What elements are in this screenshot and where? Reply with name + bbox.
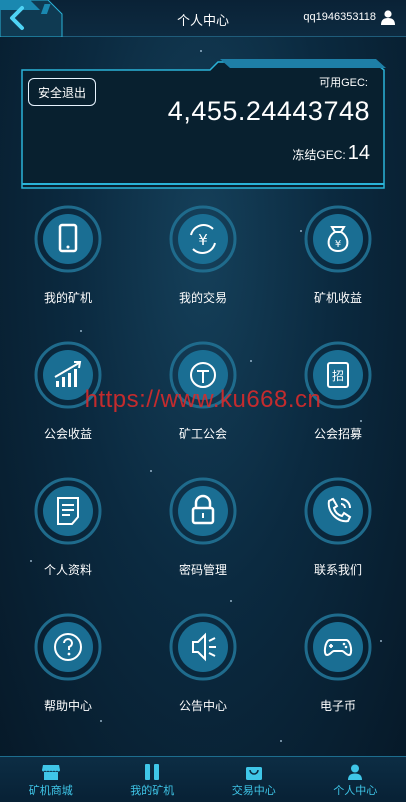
money-bag-icon: ¥ (304, 205, 372, 273)
store-icon (41, 765, 60, 780)
columns-icon (145, 764, 160, 780)
user-account[interactable]: qq1946353118 (303, 9, 396, 25)
frozen-value: 14 (347, 142, 370, 164)
menu-item-my-miners[interactable]: 我的矿机 (8, 205, 128, 315)
menu-label: 密码管理 (178, 563, 227, 577)
menu-label: 公会招募 (313, 427, 362, 441)
balance-card: 安全退出 可用GEC: 4,455.24443748 冻结GEC: 14 (20, 58, 386, 190)
nav-item-trade-center[interactable]: 交易中心 (203, 757, 305, 802)
nav-label: 交易中心 (231, 785, 276, 797)
gamepad-icon (304, 613, 372, 681)
menu-label: 公告中心 (178, 699, 227, 713)
menu-label: 我的交易 (178, 291, 227, 305)
nav-label: 个人中心 (333, 785, 378, 797)
nav-label: 我的矿机 (130, 785, 175, 797)
logout-button[interactable]: 安全退出 (28, 78, 96, 106)
question-icon (34, 613, 102, 681)
menu-label: 电子币 (319, 699, 356, 713)
svg-text:¥: ¥ (198, 231, 208, 249)
menu-label: 帮助中心 (43, 699, 92, 713)
menu-item-my-trades[interactable]: ¥ 我的交易 (143, 205, 263, 315)
menu-label: 矿机收益 (313, 291, 362, 305)
nav-item-personal-center[interactable]: 个人中心 (305, 757, 406, 802)
user-icon (381, 10, 395, 25)
menu-label: 公会收益 (43, 427, 92, 441)
nav-item-my-miners[interactable]: 我的矿机 (102, 757, 204, 802)
nav-label: 矿机商城 (28, 785, 73, 797)
menu-item-password[interactable]: 密码管理 (143, 477, 263, 587)
bottom-navigation: 矿机商城 我的矿机 交易中心 个人中心 (0, 756, 406, 802)
yuan-exchange-icon: ¥ (169, 205, 237, 273)
available-balance: 4,455.24443748 (167, 96, 370, 126)
frozen-balance: 冻结GEC: 14 (292, 142, 370, 165)
menu-item-contact[interactable]: 联系我们 (278, 477, 398, 587)
phone-icon (304, 477, 372, 545)
available-label: 可用GEC: (319, 77, 368, 89)
top-header: 个人中心 qq1946353118 (0, 0, 406, 38)
speaker-icon (169, 613, 237, 681)
menu-label: 个人资料 (43, 563, 92, 577)
bag-icon (245, 767, 262, 780)
svg-text:¥: ¥ (335, 239, 341, 250)
document-icon (34, 477, 102, 545)
svg-text:招: 招 (332, 369, 344, 383)
menu-label: 矿工公会 (178, 427, 227, 441)
menu-item-announcements[interactable]: 公告中心 (143, 613, 263, 723)
nav-item-miner-store[interactable]: 矿机商城 (0, 757, 102, 802)
user-icon (348, 764, 363, 780)
menu-item-help[interactable]: 帮助中心 (8, 613, 128, 723)
menu-label: 联系我们 (313, 563, 362, 577)
watermark-text: https://www.ku668.cn (84, 386, 322, 413)
lock-icon (169, 477, 237, 545)
menu-item-miner-earnings[interactable]: ¥ 矿机收益 (278, 205, 398, 315)
menu-label: 我的矿机 (43, 291, 92, 305)
frozen-label: 冻结GEC: (292, 148, 346, 162)
username-label: qq1946353118 (303, 11, 376, 23)
tablet-icon (34, 205, 102, 273)
menu-item-profile[interactable]: 个人资料 (8, 477, 128, 587)
menu-item-e-coin[interactable]: 电子币 (278, 613, 398, 723)
